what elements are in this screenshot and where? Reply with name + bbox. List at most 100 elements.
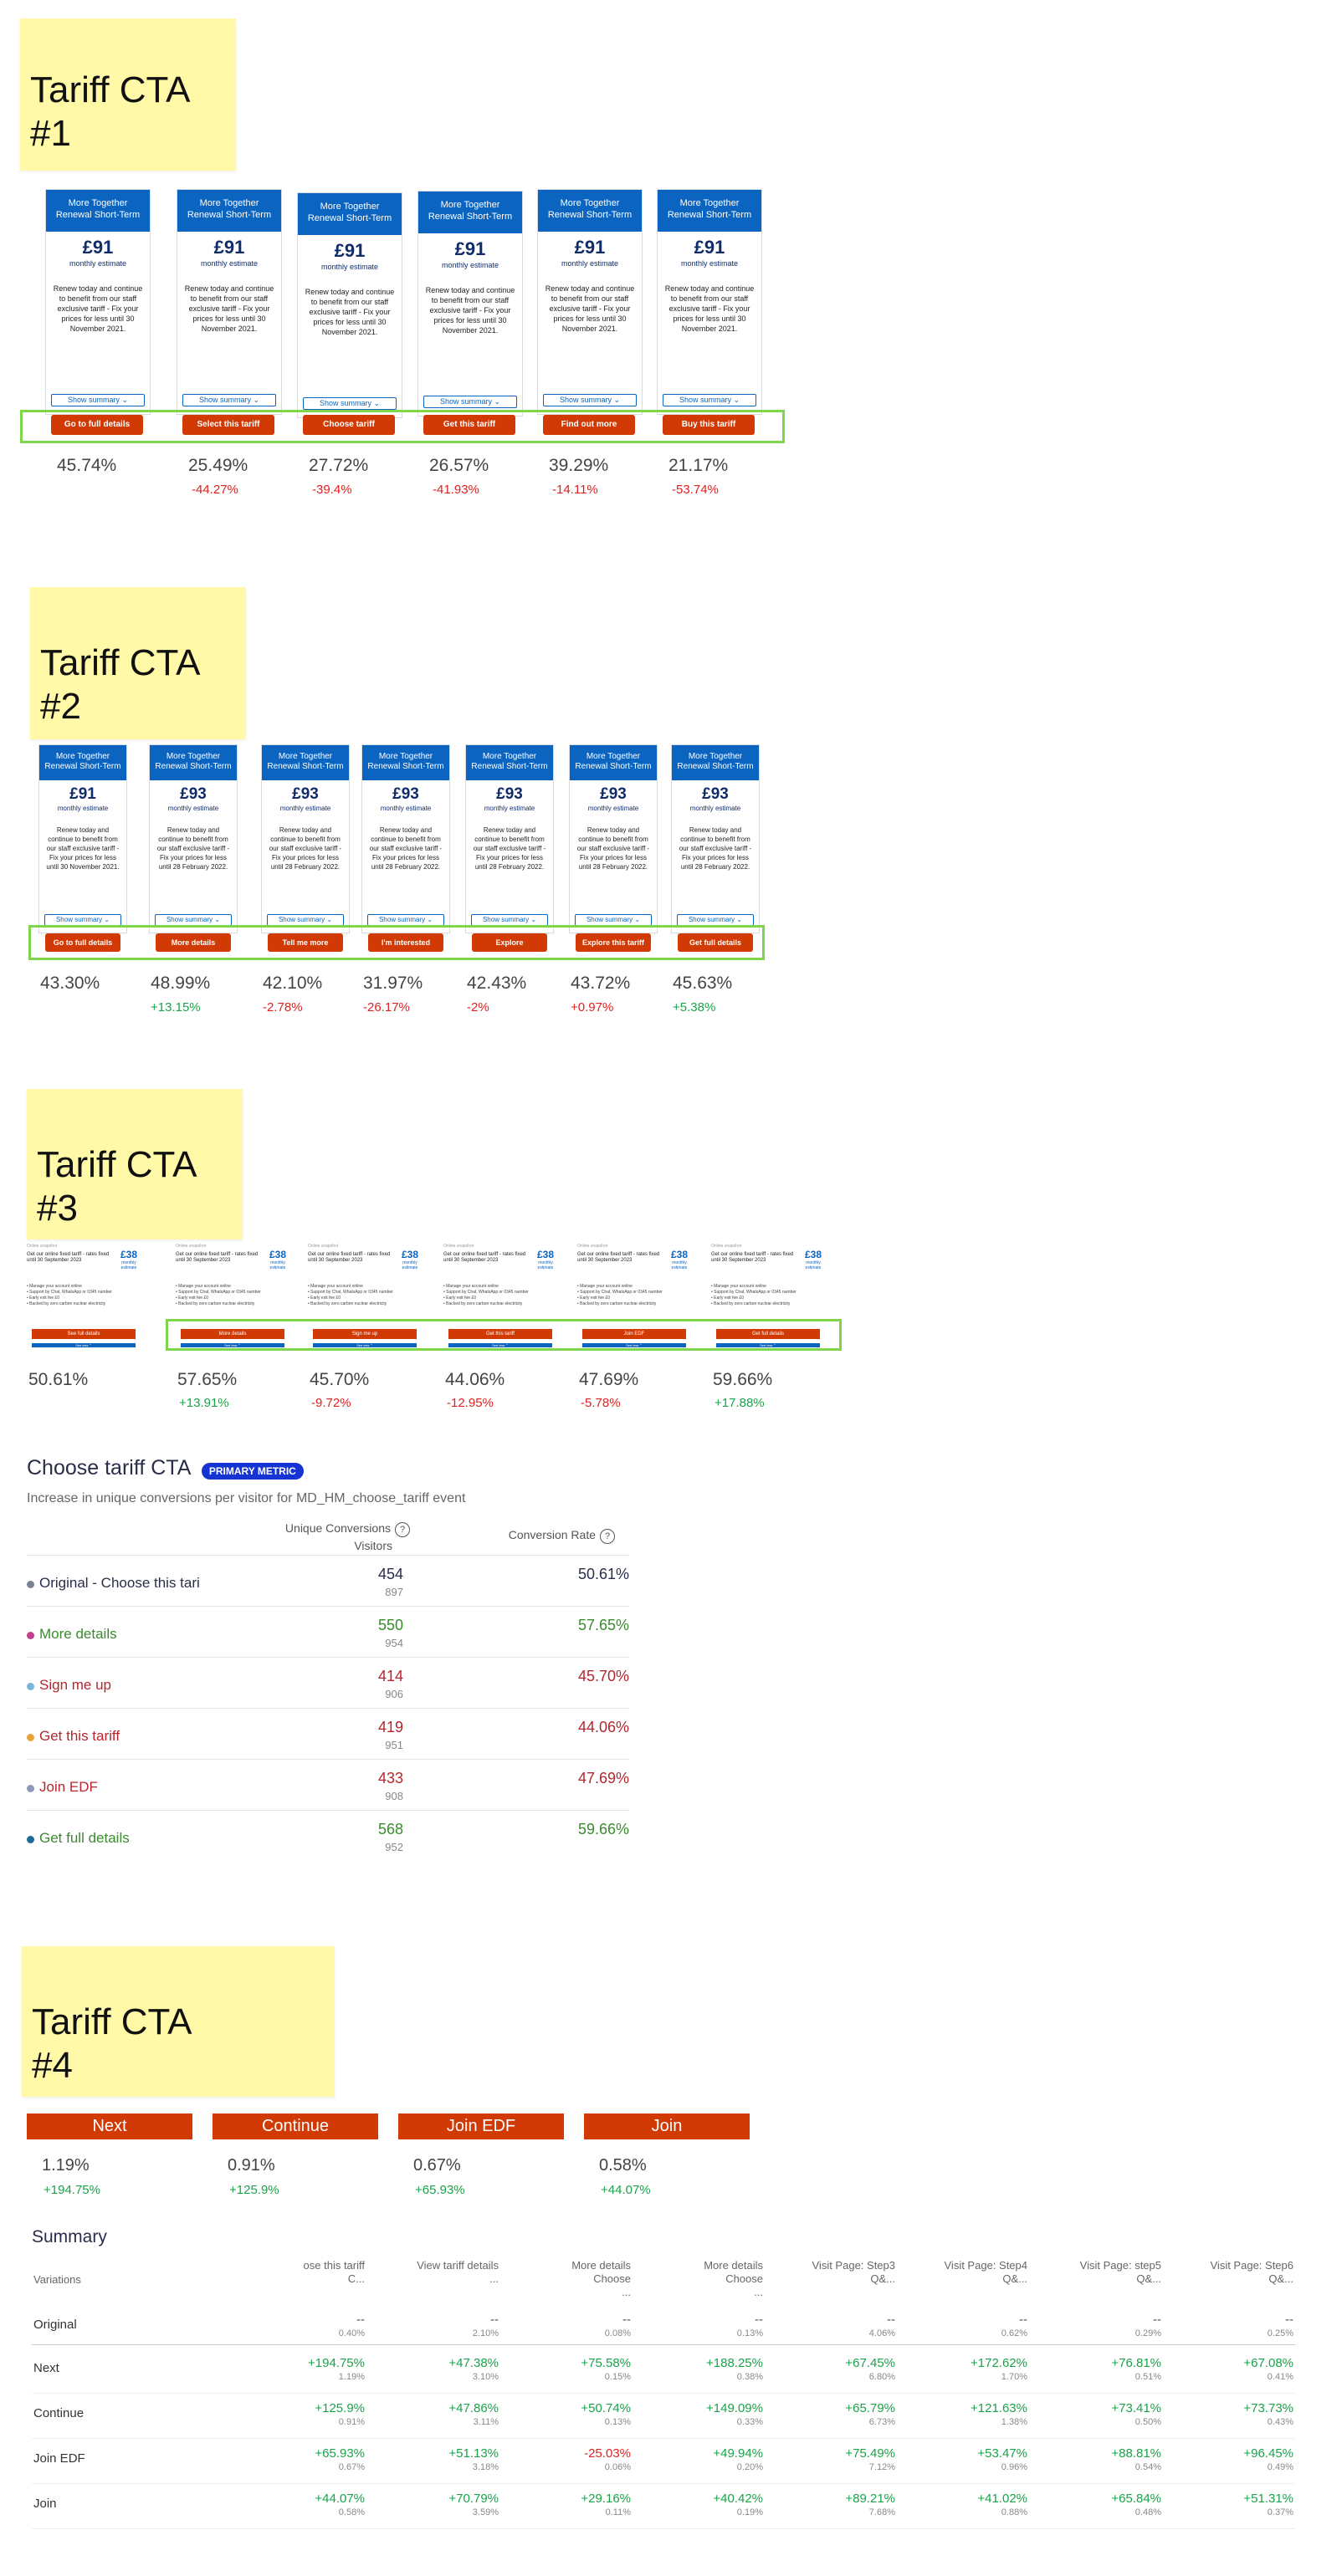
metric-row[interactable]: More details 550 954 57.65% bbox=[27, 1606, 629, 1658]
mini-card-bullet: • Backed by zero carbon nuclear electric… bbox=[711, 1301, 791, 1306]
tariff-card: More Together Renewal Short-Term £91 month… bbox=[177, 189, 282, 415]
summary-cell: +89.21% 7.68% bbox=[812, 2492, 895, 2518]
mini-card-bullet: • Manage your account online bbox=[443, 1284, 499, 1289]
show-summary-button[interactable]: Show summary ⌄ bbox=[367, 914, 444, 926]
summary-cell-delta: -- bbox=[356, 2313, 365, 2327]
mini-card-bullet: • Backed by zero carbon nuclear electric… bbox=[577, 1301, 657, 1306]
show-summary-button[interactable]: Show summary ⌄ bbox=[182, 394, 276, 406]
summary-column-header[interactable]: More details Choose ... bbox=[674, 2259, 763, 2299]
visitors: 906 bbox=[385, 1688, 403, 1700]
summary-cell: -- 0.29% bbox=[1078, 2313, 1161, 2339]
show-summary-button[interactable]: Show summary ⌄ bbox=[471, 914, 548, 926]
cta-button[interactable]: Join bbox=[584, 2113, 750, 2139]
sticky-note-cta-1: Tariff CTA #1 bbox=[20, 18, 236, 171]
metric-row[interactable]: Join EDF 433 908 47.69% bbox=[27, 1759, 629, 1811]
card-description: Renew today and continue to benefit from… bbox=[369, 826, 443, 871]
variant-name[interactable]: More details bbox=[39, 1626, 117, 1643]
summary-column-header[interactable]: Visit Page: Step4 Q&... bbox=[939, 2259, 1028, 2286]
mini-card-price-note: monthly estimate bbox=[805, 1260, 822, 1270]
summary-cell: +67.08% 0.41% bbox=[1210, 2356, 1293, 2383]
cta-button[interactable]: See full details bbox=[32, 1329, 136, 1339]
cta-button[interactable]: Continue bbox=[213, 2113, 378, 2139]
cta-button[interactable]: Join EDF bbox=[398, 2113, 564, 2139]
variant-name[interactable]: Get this tariff bbox=[39, 1728, 120, 1745]
visitors: 951 bbox=[385, 1739, 403, 1751]
metric-row[interactable]: Get this tariff 419 951 44.06% bbox=[27, 1708, 629, 1760]
metric-row[interactable]: Original - Choose this tari 454 897 50.61% bbox=[27, 1555, 629, 1607]
summary-cell-delta: +96.45% bbox=[1243, 2446, 1293, 2461]
variant-name[interactable]: Join EDF bbox=[39, 1779, 98, 1796]
rate-delta: +44.07% bbox=[601, 2183, 651, 2197]
show-summary-button[interactable]: Show summary ⌄ bbox=[663, 394, 756, 406]
summary-cell: +29.16% 0.11% bbox=[547, 2492, 631, 2518]
summary-cell: +44.07% 0.58% bbox=[281, 2492, 365, 2518]
mini-card-text: Get our online fixed tariff - rates fixe… bbox=[711, 1252, 794, 1263]
summary-cell-delta: +75.58% bbox=[581, 2356, 631, 2370]
show-summary-button[interactable]: Show summary ⌄ bbox=[423, 396, 517, 408]
summary-cell-delta: +125.9% bbox=[315, 2401, 365, 2415]
variant-name[interactable]: Original - Choose this tari bbox=[39, 1575, 200, 1592]
summary-column-header[interactable]: More details Choose ... bbox=[542, 2259, 631, 2299]
show-summary-button[interactable]: Show summary ⌄ bbox=[51, 394, 145, 406]
summary-column-header[interactable]: Visit Page: Step6 Q&... bbox=[1205, 2259, 1294, 2286]
rate-delta: -14.11% bbox=[552, 483, 598, 497]
conversion-rate: 44.06% bbox=[577, 1719, 629, 1735]
help-icon[interactable]: ? bbox=[600, 1529, 615, 1544]
col-conversion-rate-label: Conversion Rate bbox=[508, 1528, 596, 1541]
summary-column-header[interactable]: ose this tariff C... bbox=[276, 2259, 365, 2286]
rate-delta: -44.27% bbox=[192, 483, 238, 497]
variant-name[interactable]: Get full details bbox=[39, 1830, 130, 1847]
card-header: More Together Renewal Short-Term bbox=[658, 190, 761, 232]
summary-cell-rate: 0.08% bbox=[604, 2328, 631, 2338]
highlight-box-cta bbox=[166, 1319, 842, 1351]
conversion-rate: 57.65% bbox=[177, 1370, 238, 1389]
summary-cell-rate: 0.06% bbox=[604, 2462, 631, 2472]
summary-cell: +49.94% 0.20% bbox=[679, 2446, 763, 2473]
variant-name[interactable]: Sign me up bbox=[39, 1677, 111, 1694]
show-summary-button[interactable]: Show summary ⌄ bbox=[575, 914, 652, 926]
card-price: £91 bbox=[694, 237, 725, 258]
summary-cell-delta: +65.93% bbox=[315, 2446, 365, 2461]
variations-header: Variations bbox=[33, 2273, 81, 2286]
summary-cell: -- 0.25% bbox=[1210, 2313, 1293, 2339]
show-summary-button[interactable]: Show summary ⌄ bbox=[155, 914, 232, 926]
summary-cell-rate: 0.41% bbox=[1267, 2372, 1293, 2382]
summary-cell: +65.84% 0.48% bbox=[1078, 2492, 1161, 2518]
cta-button[interactable]: Next bbox=[27, 2113, 192, 2139]
rate-delta: -39.4% bbox=[312, 483, 352, 497]
summary-column-header[interactable]: Visit Page: Step3 Q&... bbox=[807, 2259, 896, 2286]
mini-card-bullets: • Manage your account online • Support by… bbox=[577, 1284, 691, 1307]
summary-cell-delta: +70.79% bbox=[448, 2492, 499, 2506]
summary-column-header[interactable]: Visit Page: step5 Q&... bbox=[1073, 2259, 1161, 2286]
help-icon[interactable]: ? bbox=[395, 1522, 410, 1537]
summary-cell-rate: 7.68% bbox=[868, 2507, 895, 2517]
card-monthly-label: monthly estimate bbox=[680, 259, 739, 268]
unique-conversions: 454 bbox=[377, 1566, 403, 1582]
show-summary-button[interactable]: Show summary ⌄ bbox=[267, 914, 344, 926]
summary-cell-delta: +194.75% bbox=[308, 2356, 365, 2370]
card-description: Renew today and continue to benefit from… bbox=[425, 286, 515, 335]
summary-cell: +73.41% 0.50% bbox=[1078, 2401, 1161, 2428]
summary-cell-rate: 4.06% bbox=[868, 2328, 895, 2338]
summary-cell: +76.81% 0.51% bbox=[1078, 2356, 1161, 2383]
summary-cell-delta: -- bbox=[1285, 2313, 1293, 2327]
conversion-rate: 27.72% bbox=[309, 456, 369, 475]
card-description: Renew today and continue to benefit from… bbox=[53, 284, 143, 333]
metric-row[interactable]: Sign me up 414 906 45.70% bbox=[27, 1657, 629, 1709]
card-price: £91 bbox=[69, 785, 96, 803]
summary-row-label: Continue bbox=[33, 2406, 85, 2420]
show-summary-button[interactable]: Show summary ⌄ bbox=[303, 397, 397, 410]
conversion-rate: 45.74% bbox=[57, 456, 117, 475]
summary-column-header[interactable]: View tariff details ... bbox=[410, 2259, 499, 2286]
summary-row-divider bbox=[32, 2483, 1295, 2484]
show-summary-button[interactable]: Show summary ⌄ bbox=[543, 394, 637, 406]
summary-cell-rate: 1.70% bbox=[1001, 2372, 1027, 2382]
summary-cell-delta: +188.25% bbox=[706, 2356, 763, 2370]
show-summary-button[interactable]: Show summary ⌄ bbox=[677, 914, 754, 926]
mini-card-bullet: • Support by Chat, WhatsApp or 0345 numb… bbox=[577, 1290, 663, 1295]
metric-row[interactable]: Get full details 568 952 59.66% bbox=[27, 1810, 629, 1862]
see-less-button[interactable]: See less ⌃ bbox=[32, 1343, 136, 1347]
show-summary-button[interactable]: Show summary ⌄ bbox=[44, 914, 121, 926]
variant-color-dot bbox=[27, 1581, 34, 1588]
mini-card-bullet: • Backed by zero carbon nuclear electric… bbox=[176, 1301, 255, 1306]
